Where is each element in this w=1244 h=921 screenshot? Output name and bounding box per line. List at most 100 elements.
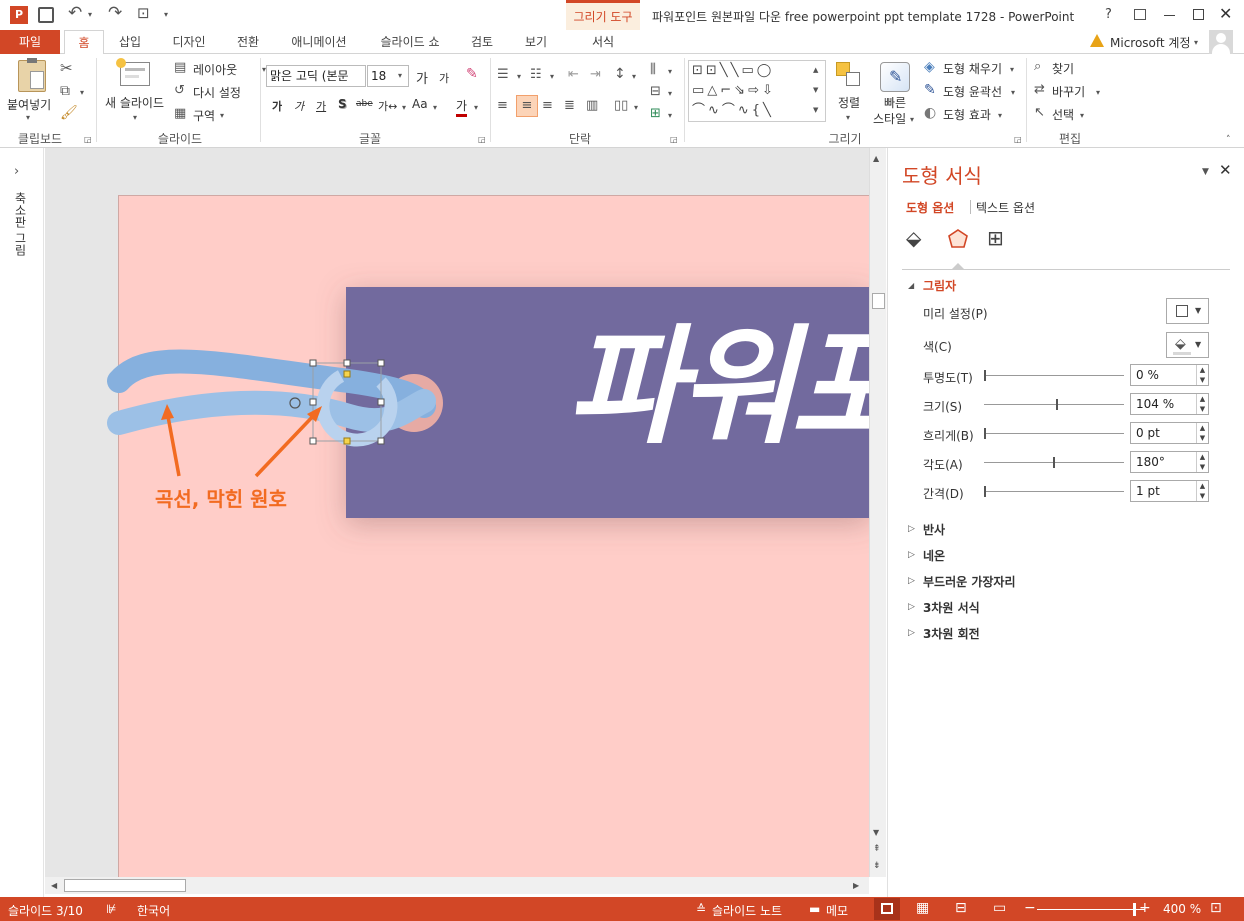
format-painter-icon[interactable]: 🖌 — [60, 105, 78, 121]
reset-icon[interactable]: ↺ — [174, 83, 185, 99]
distance-slider[interactable] — [984, 486, 1124, 497]
align-center-icon[interactable]: ≡ — [516, 95, 538, 117]
spinner-arrows-icon[interactable]: ▲ ▼ — [1196, 452, 1208, 472]
gallery-scroll-up-icon[interactable]: ▲ — [813, 62, 818, 78]
adjust-handle-bottom[interactable] — [343, 437, 351, 445]
char-spacing-dropdown-icon[interactable]: ▾ — [402, 100, 406, 116]
horizontal-scrollbar[interactable]: ◀ ▶ — [45, 877, 869, 894]
text-box-icon[interactable]: ⊡⊡╲╲▭◯ — [692, 63, 774, 78]
color-button[interactable]: ⬙ ▼ — [1166, 332, 1209, 358]
presets-button[interactable]: ▼ — [1166, 298, 1209, 324]
cut-icon[interactable]: ✂ — [60, 60, 73, 76]
paste-icon[interactable] — [18, 58, 46, 92]
smartart-dropdown-icon[interactable]: ▾ — [668, 108, 672, 124]
fit-to-window-icon[interactable]: ⊡ — [1210, 900, 1222, 916]
glow-expand-icon[interactable]: ▷ — [908, 547, 915, 563]
undo-icon[interactable]: ↶ — [68, 5, 82, 22]
size-properties-icon[interactable]: ⊞ — [987, 228, 1004, 248]
fill-line-icon[interactable]: ⬙ — [906, 228, 921, 248]
blur-value[interactable]: 0 pt — [1136, 426, 1160, 440]
vertical-scrollbar[interactable]: ▲ ▼ ⇞ ⇟ — [869, 148, 886, 877]
paragraph-launcher-icon[interactable]: ◲ — [670, 132, 678, 148]
gallery-more-icon[interactable]: ▼ — [813, 102, 818, 118]
numbering-dropdown-icon[interactable]: ▾ — [550, 69, 554, 85]
spinner-arrows-icon[interactable]: ▲ ▼ — [1196, 423, 1208, 443]
zoom-slider[interactable] — [1037, 903, 1145, 916]
angle-slider-thumb[interactable] — [1053, 457, 1055, 468]
grow-font-button[interactable]: 가 — [416, 68, 428, 87]
comments-icon[interactable]: ▬ — [809, 901, 820, 917]
expand-thumbnails-icon[interactable]: › — [14, 164, 19, 180]
align-left-icon[interactable]: ≡ — [497, 98, 508, 114]
shape-outline-icon[interactable]: ✎ — [924, 82, 936, 98]
columns-icon[interactable]: ▯▯ — [614, 98, 628, 114]
reflection-expand-icon[interactable]: ▷ — [908, 521, 915, 537]
smartart-icon[interactable]: ⊞ — [650, 106, 661, 122]
redo-icon[interactable]: ↷ — [108, 5, 122, 22]
quick-styles-label-2[interactable]: 스타일 — [873, 110, 906, 127]
font-color-button[interactable]: 가 — [456, 97, 468, 117]
size-value[interactable]: 104 % — [1136, 397, 1174, 411]
section-3d-rotation[interactable]: 3차원 회전 — [923, 625, 980, 642]
blur-spinner[interactable]: 0 pt ▲ ▼ — [1130, 422, 1209, 444]
spinner-arrows-icon[interactable]: ▲ ▼ — [1196, 481, 1208, 501]
quick-styles-label-1[interactable]: 빠른 — [884, 94, 906, 111]
char-spacing-button[interactable]: 가↔ — [378, 98, 397, 114]
scroll-right-icon[interactable]: ▶ — [853, 878, 859, 894]
tab-text-options[interactable]: 텍스트 옵션 — [976, 199, 1035, 216]
tab-view[interactable]: 보기 — [514, 30, 558, 54]
angle-spinner[interactable]: 180° ▲ ▼ — [1130, 451, 1209, 473]
clear-formatting-icon[interactable]: ✎ — [466, 66, 478, 82]
decrease-indent-icon[interactable]: ⇤ — [568, 67, 579, 83]
bullets-dropdown-icon[interactable]: ▾ — [517, 69, 521, 85]
blur-slider-thumb[interactable] — [984, 428, 986, 439]
collapse-ribbon-icon[interactable]: ˄ — [1226, 132, 1231, 148]
font-color-dropdown-icon[interactable]: ▾ — [474, 100, 478, 116]
account-label[interactable]: Microsoft 계정 — [1110, 34, 1191, 51]
slide-sorter-icon[interactable]: ▦ — [916, 900, 929, 916]
shape-outline-button[interactable]: 도형 윤곽선 — [943, 83, 1002, 100]
align-right-icon[interactable]: ≡ — [542, 98, 553, 114]
text-direction-dropdown-icon[interactable]: ▾ — [668, 64, 672, 80]
shape-outline-dropdown-icon[interactable]: ▾ — [1011, 85, 1015, 101]
replace-icon[interactable]: ⇄ — [1034, 82, 1045, 98]
tab-review[interactable]: 검토 — [462, 30, 502, 54]
distributed-icon[interactable]: ▥ — [586, 98, 598, 114]
section-3d-format[interactable]: 3차원 서식 — [923, 599, 980, 616]
change-case-dropdown-icon[interactable]: ▾ — [433, 100, 437, 116]
layout-button[interactable]: 레이아웃 — [193, 61, 237, 78]
select-icon[interactable]: ↖ — [1034, 105, 1045, 121]
section-glow[interactable]: 네온 — [923, 547, 945, 564]
tab-transitions[interactable]: 전환 — [228, 30, 268, 54]
presentation-start-icon[interactable]: ⊡ — [137, 5, 150, 21]
bold-button[interactable]: 가 — [272, 98, 282, 114]
size-spinner[interactable]: 104 % ▲ ▼ — [1130, 393, 1209, 415]
shape-effects-icon[interactable]: ◐ — [924, 105, 936, 121]
notes-button[interactable]: 슬라이드 노트 — [712, 902, 782, 919]
minimize-button[interactable] — [1164, 15, 1175, 16]
previous-slide-icon[interactable]: ⇞ — [873, 841, 881, 857]
shape-fill-icon[interactable]: ◈ — [924, 59, 935, 75]
customize-toolbar-icon[interactable]: ▾ — [164, 7, 168, 23]
layout-icon[interactable]: ▤ — [174, 60, 186, 76]
columns-dropdown-icon[interactable]: ▾ — [634, 100, 638, 116]
reset-button[interactable]: 다시 설정 — [193, 84, 241, 101]
font-family-select[interactable]: 맑은 고딕 (본문 — [266, 65, 366, 87]
find-button[interactable]: 찾기 — [1052, 60, 1074, 77]
gallery-scroll-down-icon[interactable]: ▼ — [813, 82, 818, 98]
zoom-out-icon[interactable]: − — [1024, 900, 1036, 916]
section-icon[interactable]: ▦ — [174, 106, 186, 122]
tab-animations[interactable]: 애니메이션 — [280, 30, 358, 54]
effects-icon[interactable] — [947, 228, 969, 250]
change-case-button[interactable]: Aa — [412, 97, 428, 111]
arrange-button[interactable]: 정렬 — [838, 94, 860, 111]
tab-insert[interactable]: 삽입 — [110, 30, 150, 54]
pane-options-dropdown-icon[interactable]: ▼ — [1202, 164, 1209, 180]
align-text-dropdown-icon[interactable]: ▾ — [668, 86, 672, 102]
drawing-launcher-icon[interactable]: ◲ — [1014, 132, 1022, 148]
3d-format-expand-icon[interactable]: ▷ — [908, 599, 915, 615]
italic-button[interactable]: 가 — [294, 98, 304, 114]
transparency-spinner[interactable]: 0 % ▲ ▼ — [1130, 364, 1209, 386]
slide-counter[interactable]: 슬라이드 3/10 — [8, 902, 83, 919]
scroll-up-icon[interactable]: ▲ — [873, 151, 879, 167]
